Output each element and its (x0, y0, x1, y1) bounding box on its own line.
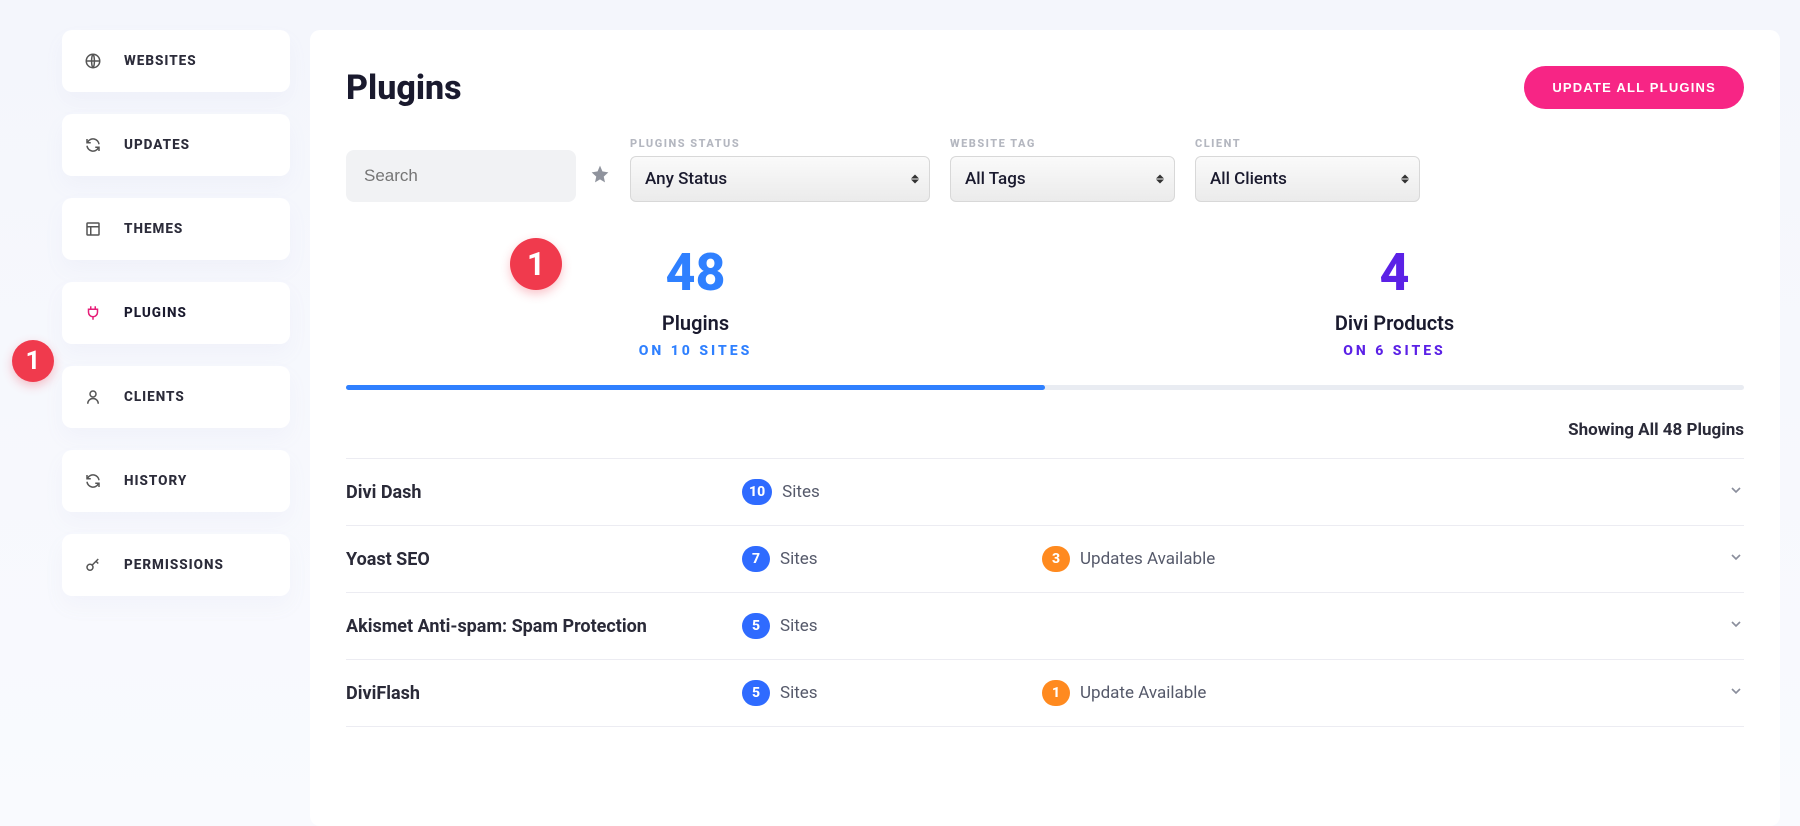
updates-label: Updates Available (1080, 549, 1215, 569)
plugin-row[interactable]: Divi Dash 10 Sites (346, 459, 1744, 526)
plugins-count: 48 (666, 242, 726, 303)
user-icon (84, 388, 102, 406)
chevron-down-icon (1728, 549, 1744, 569)
nav-label: THEMES (124, 221, 183, 237)
chevron-sort-icon (1401, 175, 1409, 184)
sites-label: Sites (782, 482, 820, 502)
sites-count-pill: 5 (742, 613, 770, 639)
plugin-name: Akismet Anti-spam: Spam Protection (346, 616, 742, 637)
search-input[interactable] (346, 150, 576, 202)
sidebar-item-history[interactable]: HISTORY (62, 450, 290, 512)
sidebar: 1 WEBSITES UPDATES THEMES PLUGINS CLIENT… (0, 30, 310, 826)
updates-count-pill: 1 (1042, 680, 1070, 706)
update-all-button[interactable]: UPDATE ALL PLUGINS (1524, 66, 1744, 109)
sites-label: Sites (780, 683, 818, 703)
sites-count-pill: 7 (742, 546, 770, 572)
sites-label: Sites (780, 549, 818, 569)
sidebar-item-websites[interactable]: WEBSITES (62, 30, 290, 92)
nav-label: WEBSITES (124, 53, 197, 69)
star-icon (590, 164, 610, 184)
divi-count: 4 (1380, 242, 1410, 303)
plugin-row[interactable]: DiviFlash 5 Sites 1 Update Available (346, 660, 1744, 727)
select-value: Any Status (645, 169, 727, 189)
main-panel: 1 Plugins UPDATE ALL PLUGINS PLUGINS STA… (310, 30, 1780, 826)
client-select[interactable]: All Clients (1195, 156, 1420, 202)
sites-label: Sites (780, 616, 818, 636)
page-title: Plugins (346, 68, 462, 108)
filter-label-tag: WEBSITE TAG (950, 137, 1175, 150)
layout-icon (84, 220, 102, 238)
plugin-name: Divi Dash (346, 482, 742, 503)
plugin-row[interactable]: Yoast SEO 7 Sites 3 Updates Available (346, 526, 1744, 593)
plugins-subtext: ON 10 SITES (639, 343, 753, 359)
sidebar-item-themes[interactable]: THEMES (62, 198, 290, 260)
annotation-marker-1: 1 (12, 340, 54, 382)
chevron-down-icon (1728, 616, 1744, 636)
plugin-name: DiviFlash (346, 683, 742, 704)
chevron-down-icon (1728, 482, 1744, 502)
nav-label: UPDATES (124, 137, 190, 153)
key-icon (84, 556, 102, 574)
divi-label: Divi Products (1335, 311, 1454, 335)
tab-plugins[interactable]: 48 Plugins ON 10 SITES (346, 242, 1045, 385)
sites-count-pill: 5 (742, 680, 770, 706)
sidebar-item-updates[interactable]: UPDATES (62, 114, 290, 176)
tab-divi-products[interactable]: 4 Divi Products ON 6 SITES (1045, 242, 1744, 385)
updates-label: Update Available (1080, 683, 1206, 703)
filter-label-status: PLUGINS STATUS (630, 137, 930, 150)
updates-count-pill: 3 (1042, 546, 1070, 572)
plugin-list: Divi Dash 10 Sites Yoast SEO 7 Sites 3 U… (346, 458, 1744, 727)
nav-label: PLUGINS (124, 305, 187, 321)
filter-label-client: CLIENT (1195, 137, 1420, 150)
showing-count: Showing All 48 Plugins (346, 420, 1744, 440)
plug-icon (84, 304, 102, 322)
chevron-down-icon (1728, 683, 1744, 703)
plugin-name: Yoast SEO (346, 549, 742, 570)
chevron-sort-icon (911, 175, 919, 184)
plugins-label: Plugins (662, 311, 729, 335)
status-select[interactable]: Any Status (630, 156, 930, 202)
tab-indicator (346, 385, 1744, 390)
favorite-toggle[interactable] (590, 164, 610, 188)
nav-label: HISTORY (124, 473, 187, 489)
sidebar-item-clients[interactable]: CLIENTS (62, 366, 290, 428)
globe-icon (84, 52, 102, 70)
plugin-row[interactable]: Akismet Anti-spam: Spam Protection 5 Sit… (346, 593, 1744, 660)
chevron-sort-icon (1156, 175, 1164, 184)
select-value: All Clients (1210, 169, 1287, 189)
sidebar-item-plugins[interactable]: PLUGINS (62, 282, 290, 344)
divi-subtext: ON 6 SITES (1343, 343, 1446, 359)
nav-label: CLIENTS (124, 389, 185, 405)
sidebar-item-permissions[interactable]: PERMISSIONS (62, 534, 290, 596)
select-value: All Tags (965, 169, 1026, 189)
nav-label: PERMISSIONS (124, 557, 224, 573)
history-icon (84, 472, 102, 490)
annotation-marker-2: 1 (510, 238, 562, 290)
sites-count-pill: 10 (742, 479, 772, 505)
tag-select[interactable]: All Tags (950, 156, 1175, 202)
refresh-icon (84, 136, 102, 154)
